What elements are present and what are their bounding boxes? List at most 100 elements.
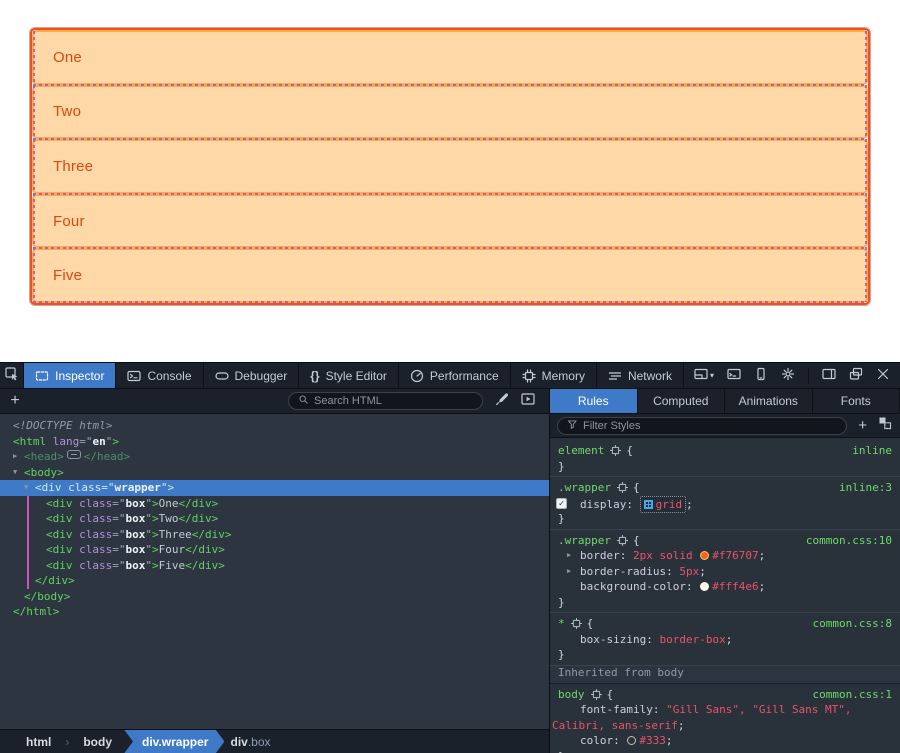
rules-panel: RulesComputedAnimationsFonts Filter Styl…	[549, 389, 900, 753]
expand-arrow-open-icon[interactable]: ▼	[24, 480, 28, 496]
markup-token: "	[145, 512, 152, 525]
paint-flashing-button[interactable]	[521, 392, 535, 411]
markup-token: lang	[46, 435, 79, 448]
breadcrumb-item[interactable]: html	[20, 735, 57, 749]
declaration-checkbox[interactable]: ✓	[556, 498, 567, 509]
tab-inspector[interactable]: Inspector	[24, 363, 116, 388]
markup-line[interactable]: </div>	[0, 573, 549, 589]
rule-selector: element	[558, 444, 604, 457]
markup-line[interactable]: ▶<head></head>	[0, 449, 549, 465]
rule-source-link[interactable]: inline:3	[839, 480, 892, 496]
markup-token: ="	[112, 497, 125, 510]
rule-selector-line[interactable]: *{common.css:8	[550, 616, 900, 632]
responsive-mode-button[interactable]	[754, 367, 768, 384]
rule-close-brace: }	[550, 459, 900, 475]
markup-token: box	[126, 559, 146, 572]
grid-icon	[644, 500, 653, 509]
markup-token: Two	[159, 512, 179, 525]
close-devtools-button[interactable]	[876, 367, 890, 384]
expand-arrow-closed-icon[interactable]: ▶	[567, 548, 571, 564]
tab-network[interactable]: Network	[597, 363, 684, 388]
markup-line-selected[interactable]: ▼<div class="wrapper">	[0, 480, 549, 496]
sidebar-toggle-button[interactable]	[822, 367, 836, 384]
sidebar-tab-rules[interactable]: Rules	[550, 389, 638, 413]
breadcrumb-separator-icon: ›	[57, 735, 77, 749]
rule-selector-line[interactable]: element{inline	[550, 443, 900, 459]
eyedropper-button[interactable]	[495, 392, 509, 411]
markup-token: </div>	[179, 497, 219, 510]
markup-token: <div	[46, 528, 73, 541]
markup-line[interactable]: <div class="box">Four</div>	[0, 542, 549, 558]
rule-source-link[interactable]: common.css:1	[813, 687, 892, 703]
sidebar-tab-animations[interactable]: Animations	[725, 389, 813, 413]
property-semicolon: ;	[759, 580, 766, 593]
dock-side-button[interactable]: ▾	[694, 367, 714, 384]
rule-source-link[interactable]: inline	[852, 443, 892, 459]
rule-declaration[interactable]: box-sizing: border-box;	[550, 632, 900, 648]
markup-token: en	[93, 435, 106, 448]
rule-block: .wrapper{inline:3✓display: grid;}	[550, 477, 900, 530]
rule-declaration[interactable]: ✓display: grid;	[550, 496, 900, 512]
split-console-button[interactable]	[727, 367, 741, 384]
rule-declaration[interactable]: ▶border: 2px solid #f76707;	[550, 548, 900, 564]
tab-style-editor[interactable]: {}Style Editor	[299, 363, 399, 388]
markup-line[interactable]: <!DOCTYPE html>	[0, 418, 549, 434]
markup-token: </div>	[185, 559, 225, 572]
pseudo-class-button[interactable]	[878, 416, 892, 435]
memory-icon	[522, 369, 536, 383]
settings-button[interactable]	[781, 367, 795, 384]
expand-arrow-closed-icon[interactable]: ▶	[567, 564, 571, 580]
markup-token: "	[145, 497, 152, 510]
collapsed-node-icon[interactable]	[67, 450, 81, 459]
add-rule-button[interactable]: +	[858, 417, 867, 434]
rule-declaration-wrap[interactable]: Calibri, sans-serif;	[550, 718, 900, 734]
property-name: border-radius	[580, 565, 666, 578]
rule-source-link[interactable]: common.css:10	[806, 533, 892, 549]
breadcrumb-item[interactable]: div.box	[224, 735, 276, 749]
markup-token: class	[62, 481, 102, 494]
markup-line[interactable]: </body>	[0, 589, 549, 605]
rule-declaration[interactable]: ▶border-radius: 5px;	[550, 564, 900, 580]
color-swatch[interactable]	[700, 551, 709, 560]
devtools-panel: InspectorConsoleDebugger{}Style EditorPe…	[0, 362, 900, 753]
markup-token: <div	[46, 543, 73, 556]
markup-line[interactable]: <html lang="en">	[0, 434, 549, 450]
rule-selector-line[interactable]: .wrapper{inline:3	[550, 480, 900, 496]
rule-selector-line[interactable]: body{common.css:1	[550, 687, 900, 703]
expand-arrow-closed-icon[interactable]: ▶	[13, 449, 17, 465]
search-input[interactable]: Search HTML	[288, 392, 483, 410]
add-node-button[interactable]: +	[0, 392, 30, 410]
sidebar-tab-fonts[interactable]: Fonts	[813, 389, 900, 413]
tab-console[interactable]: Console	[116, 363, 203, 388]
tab-debugger[interactable]: Debugger	[204, 363, 300, 388]
markup-line[interactable]: </html>	[0, 604, 549, 620]
separate-window-button[interactable]	[849, 367, 863, 384]
sidebar-tab-computed[interactable]: Computed	[638, 389, 726, 413]
markup-line[interactable]: ▼<body>	[0, 465, 549, 481]
rule-selector-line[interactable]: .wrapper{common.css:10	[550, 533, 900, 549]
sidebar-tabs: RulesComputedAnimationsFonts	[550, 389, 900, 414]
breadcrumb-item[interactable]: body	[77, 735, 118, 749]
breadcrumb-item-selected[interactable]: div.wrapper	[124, 730, 224, 753]
pick-element-button[interactable]	[0, 363, 24, 388]
browser-page: OneTwoThreeFourFive	[0, 0, 900, 362]
markup-line[interactable]: <div class="box">One</div>	[0, 496, 549, 512]
markup-token: Four	[159, 543, 186, 556]
color-swatch[interactable]	[700, 582, 709, 591]
markup-line[interactable]: <div class="box">Five</div>	[0, 558, 549, 574]
tab-memory[interactable]: Memory	[511, 363, 597, 388]
markup-toolbar: + Search HTML	[0, 389, 549, 414]
rule-declaration[interactable]: background-color: #fff4e6;	[550, 579, 900, 595]
markup-line[interactable]: <div class="box">Two</div>	[0, 511, 549, 527]
property-colon: :	[613, 734, 626, 747]
rule-declaration[interactable]: font-family: "Gill Sans", "Gill Sans MT"…	[550, 702, 900, 718]
tab-performance[interactable]: Performance	[399, 363, 511, 388]
color-swatch[interactable]	[627, 736, 636, 745]
markup-line[interactable]: <div class="box">Three</div>	[0, 527, 549, 543]
filter-styles-input[interactable]: Filter Styles	[557, 417, 847, 435]
expand-arrow-open-icon[interactable]: ▼	[13, 465, 17, 481]
property-name: box-sizing	[580, 633, 646, 646]
property-semicolon: ;	[699, 565, 706, 578]
rule-declaration[interactable]: color: #333;	[550, 733, 900, 749]
rule-source-link[interactable]: common.css:8	[813, 616, 892, 632]
